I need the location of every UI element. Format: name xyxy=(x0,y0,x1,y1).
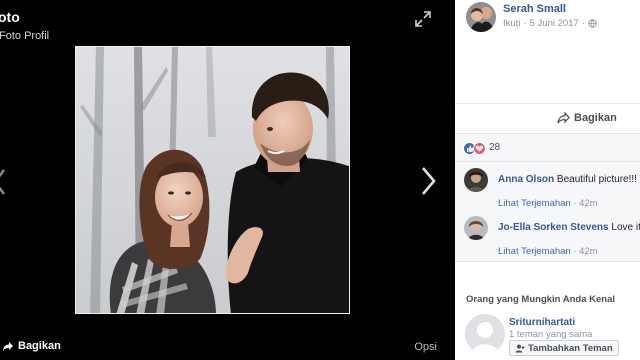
follow-link[interactable]: Ikuti xyxy=(503,18,520,29)
comment-body: Jo-Ella Sorken Stevens Love it xyxy=(498,222,640,233)
share-arrow-icon xyxy=(557,112,570,124)
reaction-icons xyxy=(463,142,486,155)
meta-separator: · xyxy=(523,18,527,29)
post-author: Serah Small Ikuti · 5 Juni 2017 · xyxy=(455,0,640,104)
comment-separator: · xyxy=(573,198,577,209)
comment-separator: · xyxy=(573,246,577,257)
globe-icon xyxy=(588,19,597,28)
share-row: Bagikan xyxy=(455,104,640,134)
photo-viewer: oto Foto Profil Bagikan Opsi xyxy=(0,0,455,360)
add-friend-label: Tambahkan Teman xyxy=(528,342,613,354)
people-you-may-know: Orang yang Mungkin Anda Kenal Sriturniha… xyxy=(455,262,640,360)
post-date[interactable]: 5 Juni 2017 xyxy=(530,18,579,29)
comment-text: Beautiful picture!!! xyxy=(556,174,637,185)
expand-icon[interactable] xyxy=(414,10,432,28)
pymk-name[interactable]: Sriturnihartati xyxy=(509,317,575,328)
share-label: Bagikan xyxy=(574,112,617,124)
love-reaction-icon xyxy=(473,142,486,155)
photo-sidebar: Serah Small Ikuti · 5 Juni 2017 · Bagika… xyxy=(455,0,640,360)
avatar[interactable] xyxy=(465,314,505,354)
author-avatar-image xyxy=(466,2,496,32)
profile-photo[interactable] xyxy=(75,46,350,314)
author-meta: Ikuti · 5 Juni 2017 · xyxy=(503,18,597,29)
chevron-left-icon[interactable] xyxy=(0,168,6,196)
viewer-title: oto xyxy=(0,9,20,25)
viewer-share-button[interactable]: Bagikan xyxy=(2,340,61,352)
commenter-avatar-image xyxy=(464,168,488,192)
pymk-mutual-friends[interactable]: 1 teman yang sama xyxy=(509,329,592,340)
avatar[interactable] xyxy=(464,168,488,192)
couple-photo-image xyxy=(76,47,349,313)
reaction-count: 28 xyxy=(489,142,501,153)
add-friend-button[interactable]: Tambahkan Teman xyxy=(509,340,619,356)
comment-item: Anna Olson Beautiful picture!!! Lihat Te… xyxy=(455,162,640,210)
comment-text: Love it xyxy=(611,222,640,233)
comment-time[interactable]: 42m xyxy=(579,198,597,209)
add-friend-icon xyxy=(515,344,525,352)
album-link[interactable]: Foto Profil xyxy=(0,30,49,42)
comment-author[interactable]: Jo-Ella Sorken Stevens xyxy=(498,222,609,233)
comment-author[interactable]: Anna Olson xyxy=(498,174,554,185)
avatar[interactable] xyxy=(466,2,496,32)
comment-item: Jo-Ella Sorken Stevens Love it Lihat Ter… xyxy=(455,210,640,258)
see-translation-link[interactable]: Lihat Terjemahan xyxy=(498,198,571,209)
comments-list: Anna Olson Beautiful picture!!! Lihat Te… xyxy=(455,162,640,262)
pymk-title: Orang yang Mungkin Anda Kenal xyxy=(466,294,616,305)
reactions-bar[interactable]: 28 xyxy=(455,134,640,162)
chevron-right-icon[interactable] xyxy=(420,166,438,196)
comment-actions: Lihat Terjemahan · 42m xyxy=(498,198,598,209)
avatar[interactable] xyxy=(464,216,488,240)
comment-actions: Lihat Terjemahan · 42m xyxy=(498,246,598,257)
comment-body: Anna Olson Beautiful picture!!! xyxy=(498,174,637,185)
commenter-avatar-image xyxy=(464,216,488,240)
options-button[interactable]: Opsi xyxy=(414,341,437,353)
viewer-footer: Bagikan Opsi xyxy=(0,332,455,360)
author-name[interactable]: Serah Small xyxy=(503,3,566,15)
share-button[interactable]: Bagikan xyxy=(557,112,617,124)
default-avatar-icon xyxy=(465,314,505,354)
viewer-share-label: Bagikan xyxy=(18,340,61,352)
meta-separator: · xyxy=(581,18,585,29)
see-translation-link[interactable]: Lihat Terjemahan xyxy=(498,246,571,257)
comment-time[interactable]: 42m xyxy=(579,246,597,257)
share-arrow-icon xyxy=(3,341,13,351)
